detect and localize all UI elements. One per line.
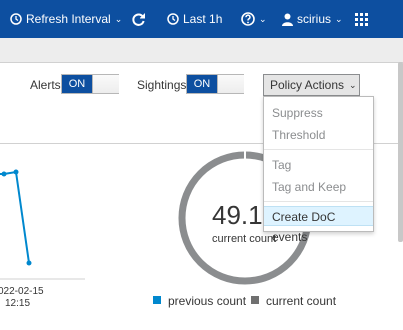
chevron-down-icon: ⌄ bbox=[114, 13, 123, 24]
data-point bbox=[1, 171, 7, 177]
alerts-toggle-label: Alerts bbox=[30, 77, 61, 92]
clock-icon bbox=[10, 13, 22, 25]
x-tick-date: 022-02-15 bbox=[0, 286, 44, 297]
legend-swatch-previous bbox=[153, 296, 161, 304]
toggle-knob bbox=[217, 75, 244, 93]
legend-label-previous: previous count bbox=[168, 294, 247, 308]
menu-item-suppress[interactable]: Suppress bbox=[264, 103, 373, 123]
time-range-dropdown[interactable]: Last 1h bbox=[167, 0, 222, 38]
donut-value: 49.1 bbox=[212, 200, 263, 230]
chevron-down-icon: ⌄ bbox=[335, 13, 343, 24]
menu-divider bbox=[264, 201, 373, 202]
sightings-toggle-label: Sightings bbox=[137, 77, 187, 92]
sightings-toggle[interactable]: ON bbox=[186, 74, 244, 94]
alerts-toggle-state: ON bbox=[62, 75, 92, 93]
refresh-icon bbox=[131, 12, 146, 27]
menu-item-tag-and-keep[interactable]: Tag and Keep bbox=[264, 177, 373, 197]
toggle-knob bbox=[92, 75, 119, 93]
legend-swatch-current bbox=[251, 296, 259, 304]
help-icon bbox=[241, 12, 255, 26]
policy-actions-label: Policy Actions bbox=[270, 78, 345, 92]
user-icon bbox=[282, 13, 293, 26]
refresh-button[interactable] bbox=[131, 0, 146, 38]
help-dropdown[interactable]: ⌄ bbox=[241, 0, 267, 38]
x-tick-time: 12:15 bbox=[5, 298, 31, 309]
alerts-toggle[interactable]: ON bbox=[61, 74, 119, 94]
time-range-label: Last 1h bbox=[183, 12, 223, 26]
refresh-interval-dropdown[interactable]: Refresh Interval ⌄ bbox=[10, 0, 122, 38]
clock-icon bbox=[167, 13, 179, 25]
menu-divider bbox=[264, 149, 373, 150]
menu-item-tag[interactable]: Tag bbox=[264, 155, 373, 175]
chevron-down-icon: ⌄ bbox=[349, 79, 357, 90]
refresh-interval-label: Refresh Interval bbox=[26, 12, 111, 26]
menu-item-create-doc-events[interactable]: Create DoC events bbox=[264, 206, 373, 244]
chevron-down-icon: ⌄ bbox=[259, 13, 267, 24]
policy-actions-button[interactable]: Policy Actions ⌄ bbox=[263, 74, 360, 96]
page-scrollbar[interactable] bbox=[398, 62, 403, 242]
apps-launcher-button[interactable] bbox=[355, 0, 368, 38]
top-navbar: Refresh Interval ⌄ Last 1h ⌄ scirius ⌄ bbox=[0, 0, 403, 38]
data-point bbox=[26, 260, 32, 266]
user-menu-dropdown[interactable]: scirius ⌄ bbox=[282, 0, 343, 38]
username-label: scirius bbox=[297, 12, 332, 26]
data-point bbox=[13, 169, 19, 175]
policy-actions-menu: Suppress Threshold Tag Tag and Keep Crea… bbox=[263, 96, 374, 244]
grid-icon bbox=[355, 12, 368, 26]
donut-caption: current count bbox=[212, 233, 277, 245]
sightings-toggle-state: ON bbox=[187, 75, 217, 93]
menu-item-threshold[interactable]: Threshold bbox=[264, 125, 373, 145]
legend-label-current: current count bbox=[266, 294, 337, 308]
series-line bbox=[0, 170, 30, 264]
